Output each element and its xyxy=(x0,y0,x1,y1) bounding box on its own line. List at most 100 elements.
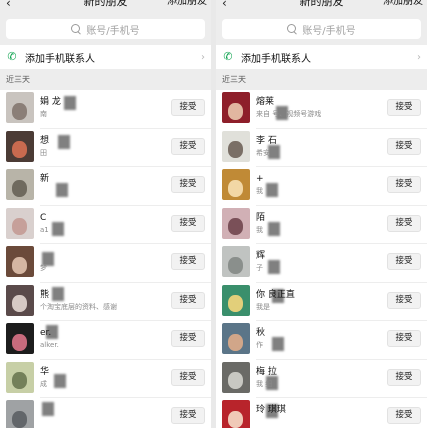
accept-button[interactable]: 接受 xyxy=(171,253,205,270)
search-icon xyxy=(71,23,82,35)
avatar[interactable] xyxy=(222,130,250,162)
friend-request-row[interactable]: 辉 子 接受 xyxy=(216,244,427,283)
accept-button[interactable]: 接受 xyxy=(387,368,421,386)
privacy-mosaic xyxy=(268,221,280,236)
friend-request-row[interactable]: 熊 个淘宝底层的资料、感谢 接受 xyxy=(0,283,211,321)
contact-name: 秋 xyxy=(256,328,266,338)
contact-name: 熔莱 xyxy=(256,97,275,107)
avatar[interactable] xyxy=(6,323,34,354)
section-header-recent: 近三天 xyxy=(222,75,246,84)
avatar[interactable] xyxy=(222,246,250,277)
contact-name: C xyxy=(40,212,47,223)
privacy-mosaic xyxy=(52,286,64,301)
friend-request-row[interactable]: 陌 我 接受 xyxy=(216,206,427,244)
avatar-figure xyxy=(227,179,243,197)
avatar-figure xyxy=(11,410,27,428)
accept-button[interactable]: 接受 xyxy=(387,176,421,193)
contact-name: 娟 龙 xyxy=(40,97,61,107)
contact-name: 新 xyxy=(40,174,50,184)
avatar-figure xyxy=(227,218,243,236)
new-friends-screen-right: ‹ 新的朋友 添加朋友 账号/手机号 ✆ 添加手机联系人 › 近三天 熔莱 来自… xyxy=(216,0,427,428)
friend-request-row[interactable]: 娟 龙 南 接受 xyxy=(0,90,211,129)
avatar[interactable] xyxy=(222,361,250,393)
contact-name: 你 良正直 xyxy=(256,289,295,300)
accept-button[interactable]: 接受 xyxy=(171,407,205,424)
request-message: 我是 xyxy=(256,302,270,311)
search-input[interactable]: 账号/手机号 xyxy=(6,19,205,39)
accept-button[interactable]: 接受 xyxy=(171,330,205,347)
phone-icon: ✆ xyxy=(7,50,17,63)
accept-button[interactable]: 接受 xyxy=(171,99,205,116)
privacy-mosaic xyxy=(268,260,280,274)
app-screenshot: ‹ 新的朋友 添加朋友 账号/手机号 ✆ 添加手机联系人 › 近三天 娟 龙 南… xyxy=(0,0,427,428)
new-friends-screen-left: ‹ 新的朋友 添加朋友 账号/手机号 ✆ 添加手机联系人 › 近三天 娟 龙 南… xyxy=(0,0,211,428)
request-message: 梦 xyxy=(40,264,47,272)
request-message: alker. xyxy=(40,341,59,349)
accept-button[interactable]: 接受 xyxy=(171,368,205,386)
friend-request-row[interactable]: 李 石 希安 接受 xyxy=(216,129,427,167)
add-friends-button[interactable]: 添加朋友 xyxy=(167,0,207,9)
avatar-figure xyxy=(11,218,27,236)
chevron-right-icon: › xyxy=(201,51,205,63)
avatar[interactable] xyxy=(6,169,34,200)
accept-button[interactable]: 接受 xyxy=(171,137,205,155)
friend-request-row[interactable]: 你 良正直 我是 接受 xyxy=(216,283,427,321)
avatar[interactable] xyxy=(222,284,250,316)
request-message: 我 xyxy=(256,187,263,195)
add-friends-button[interactable]: 添加朋友 xyxy=(383,0,423,9)
accept-button[interactable]: 接受 xyxy=(387,214,421,232)
accept-button[interactable]: 接受 xyxy=(387,407,421,424)
avatar[interactable] xyxy=(6,361,34,393)
avatar[interactable] xyxy=(6,400,34,428)
avatar[interactable] xyxy=(6,284,34,316)
request-message: a1 xyxy=(40,225,49,234)
accept-button[interactable]: 接受 xyxy=(387,99,421,116)
add-phone-contacts-row[interactable]: ✆ 添加手机联系人 › xyxy=(0,45,211,69)
accept-button[interactable]: 接受 xyxy=(387,330,421,347)
friend-request-row[interactable]: er. alker. 接受 xyxy=(0,321,211,360)
privacy-mosaic xyxy=(56,183,68,197)
add-phone-contacts-row[interactable]: ✆ 添加手机联系人 › xyxy=(216,45,427,69)
phone-icon: ✆ xyxy=(223,50,233,63)
avatar[interactable] xyxy=(222,323,250,354)
avatar[interactable] xyxy=(222,400,250,428)
accept-button[interactable]: 接受 xyxy=(171,291,205,309)
avatar[interactable] xyxy=(6,130,34,162)
friend-request-row[interactable]: C a1 接受 xyxy=(0,206,211,244)
request-message: 来自 号、视频号游戏 xyxy=(256,110,322,118)
privacy-mosaic xyxy=(266,183,278,197)
friend-request-row[interactable]: 接受 xyxy=(0,398,211,428)
friend-request-row[interactable]: 想 田 接受 xyxy=(0,129,211,167)
friend-request-list: 娟 龙 南 接受 想 田 接受 新 接受 C a1 接受 梦 接受 熊 个淘宝底… xyxy=(0,90,211,428)
accept-button[interactable]: 接受 xyxy=(387,253,421,270)
avatar[interactable] xyxy=(6,92,34,123)
accept-button[interactable]: 接受 xyxy=(387,137,421,155)
avatar-figure xyxy=(227,295,243,313)
search-input[interactable]: 账号/手机号 xyxy=(222,19,421,39)
friend-request-row[interactable]: + 我 接受 xyxy=(216,167,427,206)
friend-request-row[interactable]: 华 成 接受 xyxy=(0,360,211,398)
accept-button[interactable]: 接受 xyxy=(171,214,205,232)
friend-request-row[interactable]: 玲 琪琪 接受 xyxy=(216,398,427,428)
avatar[interactable] xyxy=(6,246,34,277)
avatar[interactable] xyxy=(6,207,34,239)
section-header-recent: 近三天 xyxy=(6,75,30,84)
accept-button[interactable]: 接受 xyxy=(171,176,205,193)
contact-name: 想 xyxy=(40,135,50,146)
privacy-mosaic xyxy=(52,221,64,236)
contact-name: 梅 拉 xyxy=(256,366,277,377)
chevron-right-icon: › xyxy=(417,51,421,63)
friend-request-row[interactable]: 秋 作 接受 xyxy=(216,321,427,360)
friend-request-row[interactable]: 熔莱 来自 号、视频号游戏 接受 xyxy=(216,90,427,129)
accept-button[interactable]: 接受 xyxy=(387,291,421,309)
friend-request-row[interactable]: 梦 接受 xyxy=(0,244,211,283)
avatar-figure xyxy=(227,372,243,390)
avatar[interactable] xyxy=(222,169,250,200)
avatar-figure xyxy=(227,333,243,351)
avatar[interactable] xyxy=(222,207,250,239)
contact-name: + xyxy=(256,174,264,184)
friend-request-row[interactable]: 梅 拉 我 细 接受 xyxy=(216,360,427,398)
search-placeholder: 账号/手机号 xyxy=(302,25,356,37)
avatar[interactable] xyxy=(222,92,250,123)
friend-request-row[interactable]: 新 接受 xyxy=(0,167,211,206)
